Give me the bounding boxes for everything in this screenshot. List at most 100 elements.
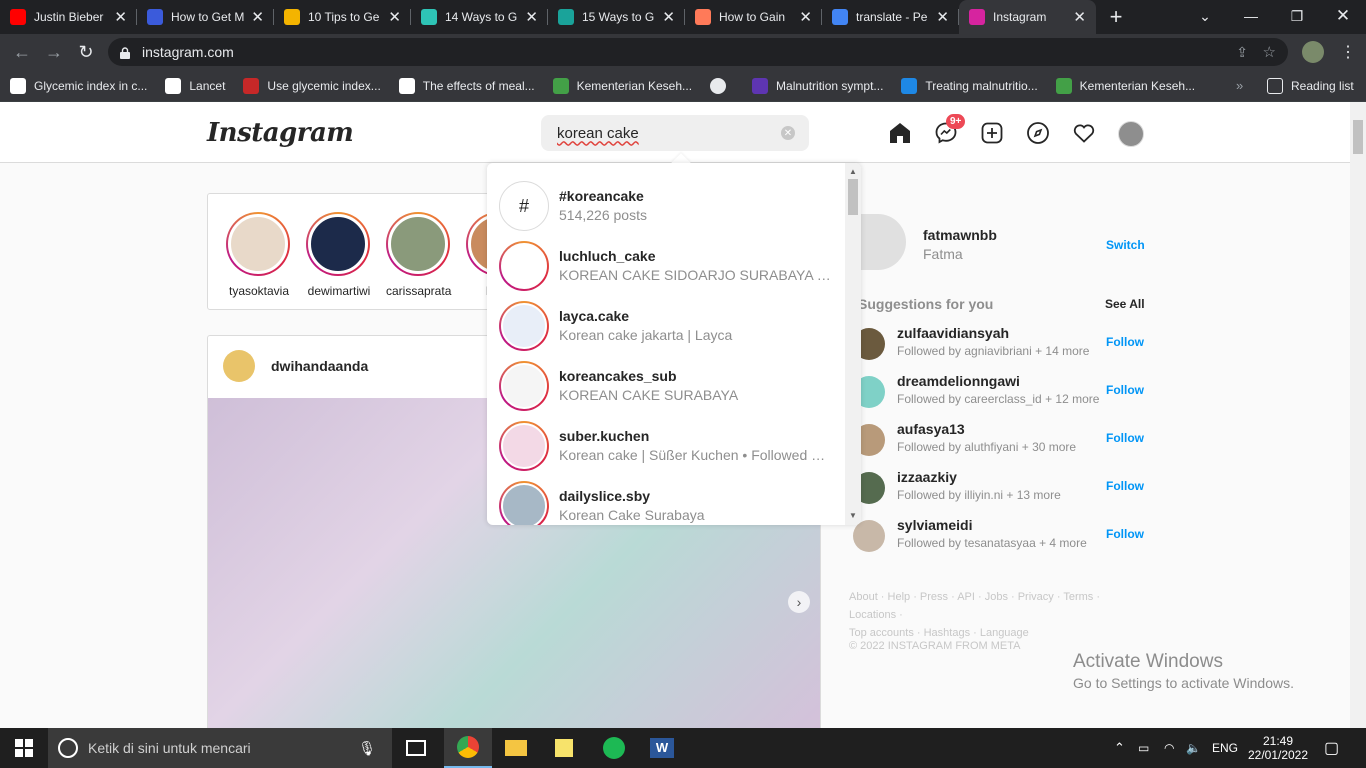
switch-account-button[interactable]: Switch: [1106, 238, 1145, 252]
close-tab-icon[interactable]: ✕: [1073, 8, 1086, 26]
forward-icon[interactable]: →: [38, 36, 70, 68]
volume-icon[interactable]: 🔈: [1186, 728, 1201, 768]
browser-tab[interactable]: 10 Tips to Ge ✕: [274, 0, 411, 34]
tab-search-icon[interactable]: ⌄: [1182, 0, 1228, 32]
suggestions-heading: Suggestions for you: [858, 296, 994, 312]
bookmark-item[interactable]: Use glycemic index...: [243, 77, 381, 94]
minimize-button[interactable]: —: [1228, 0, 1274, 32]
bookmark-item[interactable]: Glycemic index in c...: [10, 77, 147, 94]
close-window-button[interactable]: ✕: [1320, 0, 1366, 32]
bookmark-item[interactable]: Treating malnutritio...: [901, 77, 1038, 94]
post-author-avatar[interactable]: [223, 350, 255, 382]
close-tab-icon[interactable]: ✕: [662, 8, 675, 26]
follow-button[interactable]: Follow: [1106, 479, 1144, 493]
account-result[interactable]: layca.cake Korean cake jakarta | Layca: [487, 295, 845, 355]
sticky-notes-icon[interactable]: [540, 728, 588, 768]
follow-button[interactable]: Follow: [1106, 527, 1144, 541]
see-all-link[interactable]: See All: [1105, 297, 1145, 311]
account-result[interactable]: dailyslice.sby Korean Cake Surabaya: [487, 475, 845, 525]
bookmark-item[interactable]: Malnutrition sympt...: [752, 77, 883, 94]
new-tab-button[interactable]: +: [1096, 0, 1136, 34]
follow-button[interactable]: Follow: [1106, 335, 1144, 349]
suggestion-username[interactable]: zulfaavidiansyah: [897, 325, 1009, 341]
browser-tab[interactable]: Instagram ✕: [959, 0, 1096, 34]
profile-avatar[interactable]: [1118, 121, 1144, 147]
maximize-button[interactable]: ❐: [1274, 0, 1320, 32]
back-icon[interactable]: ←: [6, 36, 38, 68]
more-bookmarks-icon[interactable]: »: [1236, 78, 1243, 93]
browser-tab[interactable]: translate - Pe ✕: [822, 0, 959, 34]
browser-tab[interactable]: How to Get M ✕: [137, 0, 274, 34]
reading-list-button[interactable]: Reading list: [1267, 77, 1354, 94]
story-item[interactable]: carissaprata...: [386, 212, 452, 298]
suggestion-username[interactable]: aufasya13: [897, 421, 965, 437]
hashtag-result[interactable]: # #koreancake 514,226 posts: [487, 175, 845, 235]
home-icon[interactable]: [888, 121, 912, 145]
show-hidden-icons[interactable]: ⌃: [1114, 728, 1125, 768]
microphone-icon[interactable]: 🎙: [358, 740, 376, 757]
instagram-logo[interactable]: Instagram: [207, 118, 354, 148]
address-bar[interactable]: instagram.com ⇪ ☆: [108, 38, 1288, 66]
profile-username[interactable]: fatmawnbb: [923, 227, 997, 243]
taskbar-search-input[interactable]: Ketik di sini untuk mencari 🎙: [48, 728, 392, 768]
bookmark-favicon-icon: [243, 77, 260, 94]
explore-icon[interactable]: [1026, 121, 1050, 145]
close-tab-icon[interactable]: ✕: [114, 8, 127, 26]
clock[interactable]: 21:49 22/01/2022: [1248, 728, 1308, 768]
file-explorer-icon[interactable]: [492, 728, 540, 768]
close-tab-icon[interactable]: ✕: [251, 8, 264, 26]
activity-heart-icon[interactable]: [1072, 121, 1096, 145]
browser-tab[interactable]: 14 Ways to G ✕: [411, 0, 548, 34]
windows-start-icon[interactable]: [0, 728, 48, 768]
search-input[interactable]: korean cake ✕: [541, 115, 809, 151]
task-view-icon[interactable]: [392, 728, 440, 768]
close-tab-icon[interactable]: ✕: [525, 8, 538, 26]
suggestion-username[interactable]: dreamdelionngawi: [897, 373, 1020, 389]
close-tab-icon[interactable]: ✕: [388, 8, 401, 26]
browser-tab[interactable]: How to Gain ✕: [685, 0, 822, 34]
story-item[interactable]: dewimartiwi: [306, 212, 372, 298]
result-subtitle: Korean cake jakarta | Layca: [559, 327, 733, 343]
account-result[interactable]: koreancakes_sub KOREAN CAKE SURABAYA: [487, 355, 845, 415]
bookmark-item[interactable]: The effects of meal...: [398, 77, 535, 94]
dropdown-scrollbar[interactable]: ▲ ▼: [845, 163, 861, 525]
chrome-taskbar-icon[interactable]: [444, 728, 492, 768]
share-icon[interactable]: ⇪: [1236, 44, 1248, 61]
reload-icon[interactable]: ↻: [70, 36, 102, 68]
bookmark-item[interactable]: Kementerian Keseh...: [1055, 77, 1195, 94]
profile-avatar[interactable]: [1302, 41, 1324, 63]
page-scrollbar[interactable]: [1350, 102, 1366, 728]
dropdown-scroll-thumb[interactable]: [848, 179, 858, 215]
close-tab-icon[interactable]: ✕: [799, 8, 812, 26]
bookmark-item[interactable]: [710, 77, 734, 94]
battery-icon[interactable]: ▭: [1138, 728, 1149, 768]
browser-tab[interactable]: Justin Bieber ✕: [0, 0, 137, 34]
bookmark-item[interactable]: Kementerian Keseh...: [552, 77, 692, 94]
notification-center-icon[interactable]: ▢: [1324, 728, 1339, 768]
suggestion-username[interactable]: sylviameidi: [897, 517, 973, 533]
wifi-icon[interactable]: ◠: [1164, 728, 1174, 768]
post-author-username[interactable]: dwihandaanda: [271, 358, 368, 374]
language-indicator[interactable]: ENG: [1212, 728, 1238, 768]
account-result[interactable]: luchluch_cake KOREAN CAKE SIDOARJO SURABA…: [487, 235, 845, 295]
menu-icon[interactable]: ⋮: [1340, 42, 1356, 62]
profile-avatar[interactable]: [858, 214, 906, 270]
follow-button[interactable]: Follow: [1106, 431, 1144, 445]
bookmark-item[interactable]: Lancet: [165, 77, 225, 94]
clear-search-icon[interactable]: ✕: [781, 126, 795, 140]
close-tab-icon[interactable]: ✕: [936, 8, 949, 26]
new-post-icon[interactable]: [980, 121, 1004, 145]
suggestion-username[interactable]: izzaazkiy: [897, 469, 957, 485]
follow-button[interactable]: Follow: [1106, 383, 1144, 397]
next-image-icon[interactable]: ›: [788, 591, 810, 613]
browser-tab[interactable]: 15 Ways to G ✕: [548, 0, 685, 34]
story-ring: [306, 212, 370, 276]
page-scroll-thumb[interactable]: [1353, 120, 1363, 154]
messenger-icon[interactable]: 9+: [934, 114, 966, 145]
suggestion-followed-by: Followed by illiyin.ni + 13 more: [897, 488, 1061, 502]
word-icon[interactable]: W: [638, 728, 686, 768]
account-result[interactable]: suber.kuchen Korean cake | Süßer Kuchen •…: [487, 415, 845, 475]
spotify-icon[interactable]: [590, 728, 638, 768]
bookmark-star-icon[interactable]: ☆: [1263, 43, 1276, 61]
story-item[interactable]: tyasoktavia: [226, 212, 292, 298]
